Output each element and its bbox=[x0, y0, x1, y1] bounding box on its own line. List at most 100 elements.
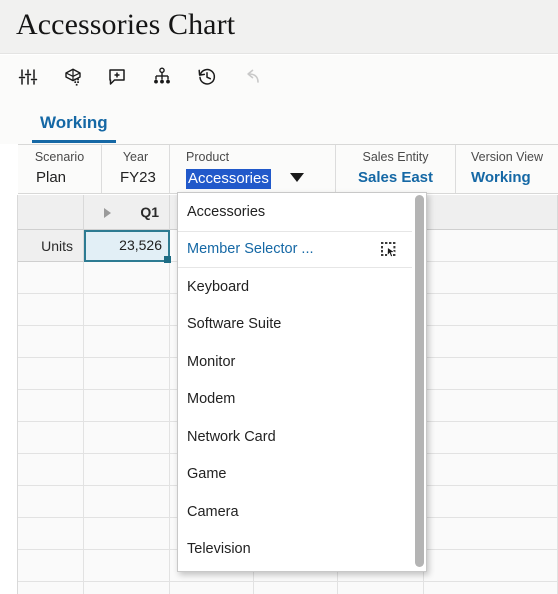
grid-cell-r5-c5[interactable] bbox=[424, 390, 558, 422]
pov-cell-sales-entity[interactable]: Sales Entity Sales East bbox=[336, 145, 456, 193]
grid-cell-r11-c2[interactable] bbox=[170, 582, 254, 594]
title-bar: Accessories Chart bbox=[0, 0, 558, 54]
grid-row-header-units[interactable]: Units bbox=[18, 230, 84, 262]
dropdown-item-label: Television bbox=[187, 541, 251, 558]
member-selector-icon[interactable] bbox=[380, 241, 398, 259]
history-icon[interactable] bbox=[192, 62, 222, 92]
grid-cell-r7-c1[interactable] bbox=[84, 454, 170, 486]
dropdown-item-accessories[interactable]: Accessories bbox=[178, 193, 426, 231]
grid-cell-r6-c5[interactable] bbox=[424, 422, 558, 454]
grid-cell-r1-c1[interactable] bbox=[84, 262, 170, 294]
grid-column-header-q1-label: Q1 bbox=[140, 204, 159, 220]
dropdown-item-label: Modem bbox=[187, 391, 236, 408]
pov-cell-product[interactable]: Product Accessories bbox=[170, 145, 336, 193]
grid-cell-r3-c5[interactable] bbox=[424, 326, 558, 358]
dropdown-item-label: Game bbox=[187, 466, 227, 483]
grid-cell-r3-c1[interactable] bbox=[84, 326, 170, 358]
pov-value-scenario: Plan bbox=[36, 169, 67, 186]
hierarchy-icon[interactable] bbox=[147, 62, 177, 92]
tab-working[interactable]: Working bbox=[32, 103, 116, 143]
grid-cell-r0-c4[interactable] bbox=[424, 230, 558, 262]
pov-value-year: FY23 bbox=[120, 169, 156, 186]
grid-cell-r4-c5[interactable] bbox=[424, 358, 558, 390]
dropdown-item-label: Network Card bbox=[187, 428, 276, 445]
grid-cell-r7-c0[interactable] bbox=[18, 454, 84, 486]
grid-cell-r11-c4[interactable] bbox=[338, 582, 424, 594]
dropdown-item-camera[interactable]: Camera bbox=[178, 493, 426, 531]
adjust-sliders-icon[interactable] bbox=[13, 62, 43, 92]
grid-cell-r8-c5[interactable] bbox=[424, 486, 558, 518]
grid-corner-header bbox=[18, 195, 84, 230]
dropdown-item-label: Monitor bbox=[187, 353, 236, 370]
grid-cell-r1-c5[interactable] bbox=[424, 262, 558, 294]
pov-dimension-version-view: Version View bbox=[471, 150, 544, 164]
pov-value-sales-entity: Sales East bbox=[357, 169, 434, 186]
dropdown-item-label: Member Selector ... bbox=[187, 241, 314, 258]
grid-column-header-5[interactable] bbox=[424, 195, 558, 230]
dropdown-item-label: Software Suite bbox=[187, 316, 282, 333]
selected-cell-value: 23,526 bbox=[119, 237, 162, 253]
pov-dimension-sales-entity: Sales Entity bbox=[362, 150, 429, 164]
toolbar bbox=[0, 55, 558, 99]
grid-cell-r11-c0[interactable] bbox=[18, 582, 84, 594]
grid-cell-r7-c5[interactable] bbox=[424, 454, 558, 486]
tab-working-label: Working bbox=[40, 113, 108, 132]
grid-cell-r8-c1[interactable] bbox=[84, 486, 170, 518]
pov-cell-scenario[interactable]: Scenario Plan bbox=[18, 145, 102, 193]
grid-cell-r5-c0[interactable] bbox=[18, 390, 84, 422]
grid-cell-r3-c0[interactable] bbox=[18, 326, 84, 358]
grid-cell-r4-c1[interactable] bbox=[84, 358, 170, 390]
dropdown-item-game[interactable]: Game bbox=[178, 456, 426, 494]
product-member-dropdown: Accessories Member Selector ... Keyboard So… bbox=[177, 192, 427, 572]
pov-cell-version-view[interactable]: Version View Working bbox=[456, 145, 558, 193]
tab-strip: Working bbox=[0, 99, 558, 144]
grid-cell-r11-c5[interactable] bbox=[424, 582, 558, 594]
grid-cell-r10-c1[interactable] bbox=[84, 550, 170, 582]
pov-value-product[interactable]: Accessories bbox=[186, 169, 271, 189]
dropdown-item-keyboard[interactable]: Keyboard bbox=[178, 268, 426, 306]
dropdown-item-modem[interactable]: Modem bbox=[178, 381, 426, 419]
dropdown-item-television[interactable]: Television bbox=[178, 531, 426, 569]
grid-row-header-units-label: Units bbox=[41, 238, 73, 254]
expand-triangle-icon[interactable] bbox=[104, 208, 111, 218]
dropdown-item-network-card[interactable]: Network Card bbox=[178, 418, 426, 456]
pov-dimension-year: Year bbox=[122, 150, 149, 164]
grid-cell-r9-c1[interactable] bbox=[84, 518, 170, 550]
add-comment-icon[interactable] bbox=[102, 62, 132, 92]
dropdown-item-member-selector[interactable]: Member Selector ... bbox=[178, 230, 426, 268]
grid-cell-r5-c1[interactable] bbox=[84, 390, 170, 422]
pov-value-version-view: Working bbox=[471, 169, 531, 186]
grid-cell-r1-c0[interactable] bbox=[18, 262, 84, 294]
dropdown-scrollbar[interactable] bbox=[412, 193, 426, 571]
grid-cell-r2-c0[interactable] bbox=[18, 294, 84, 326]
grid-cell-r9-c5[interactable] bbox=[424, 518, 558, 550]
grid-cell-r4-c0[interactable] bbox=[18, 358, 84, 390]
grid-cell-r9-c0[interactable] bbox=[18, 518, 84, 550]
grid-column-header-q1[interactable]: Q1 bbox=[84, 195, 170, 230]
pov-dropdown-caret[interactable] bbox=[290, 173, 304, 182]
grid-cell-r6-c0[interactable] bbox=[18, 422, 84, 454]
dropdown-item-label: Keyboard bbox=[187, 278, 250, 295]
grid-cell-r2-c1[interactable] bbox=[84, 294, 170, 326]
selected-cell-units-q1[interactable]: 23,526 bbox=[84, 230, 171, 263]
dropdown-item-label: Accessories bbox=[187, 203, 266, 220]
grid-cell-r6-c1[interactable] bbox=[84, 422, 170, 454]
pov-dimension-scenario: Scenario bbox=[34, 150, 85, 164]
grid-cell-r11-c3[interactable] bbox=[254, 582, 338, 594]
pov-bar: Scenario Plan Year FY23 Product Accessor… bbox=[18, 144, 558, 194]
cube-data-icon[interactable] bbox=[58, 62, 88, 92]
pov-dimension-product: Product bbox=[186, 150, 230, 164]
grid-cell-r10-c0[interactable] bbox=[18, 550, 84, 582]
dropdown-item-label: Camera bbox=[187, 503, 239, 520]
dropdown-item-monitor[interactable]: Monitor bbox=[178, 343, 426, 381]
fill-handle[interactable] bbox=[164, 256, 171, 263]
grid-cell-r10-c5[interactable] bbox=[424, 550, 558, 582]
pov-cell-year[interactable]: Year FY23 bbox=[102, 145, 170, 193]
grid-cell-r2-c5[interactable] bbox=[424, 294, 558, 326]
dropdown-item-software-suite[interactable]: Software Suite bbox=[178, 306, 426, 344]
dropdown-scrollbar-thumb[interactable] bbox=[415, 195, 424, 567]
undo-icon bbox=[237, 62, 267, 92]
grid-cell-r8-c0[interactable] bbox=[18, 486, 84, 518]
grid-cell-r11-c1[interactable] bbox=[84, 582, 170, 594]
page-title: Accessories Chart bbox=[16, 8, 236, 41]
